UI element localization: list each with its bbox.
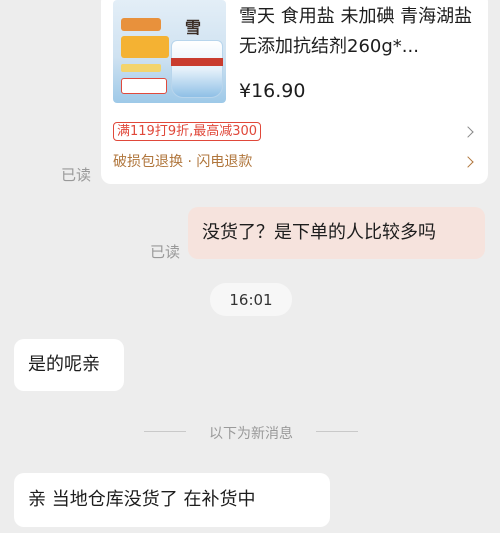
salt-jar-image <box>171 40 223 98</box>
product-thumbnail[interactable]: 雪 <box>113 0 226 103</box>
new-messages-divider: 以下为新消息 <box>209 426 293 442</box>
product-title[interactable]: 雪天 食用盐 未加碘 青海湖盐无添加抗结剂260g*... <box>239 2 475 62</box>
chevron-right-icon <box>462 126 474 138</box>
message-text: 亲 当地仓库没货了 在补货中 <box>28 489 256 510</box>
thumb-tag <box>121 64 161 72</box>
divider-line <box>316 431 358 432</box>
message-bubble-outgoing[interactable]: 没货了？是下单的人比较多吗 <box>188 207 485 259</box>
promo-tag: 满119打9折,最高减300 <box>113 122 262 141</box>
message-text: 没货了？是下单的人比较多吗 <box>202 222 436 243</box>
timestamp: 16:01 <box>210 283 292 316</box>
thumb-tag <box>121 78 167 94</box>
product-price: ¥16.90 <box>239 80 306 102</box>
message-bubble-incoming[interactable]: 是的呢亲 <box>14 339 124 391</box>
service-text: 破损包退换 · 闪电退款 <box>113 154 253 170</box>
chevron-right-icon <box>462 156 474 168</box>
brand-logo: 雪 <box>184 18 201 37</box>
message-bubble-incoming[interactable]: 亲 当地仓库没货了 在补货中 <box>14 473 330 527</box>
thumb-tag <box>121 18 161 31</box>
thumb-tag <box>121 36 169 58</box>
product-card[interactable]: 雪 雪天 食用盐 未加碘 青海湖盐无添加抗结剂260g*... ¥16.90 满… <box>101 0 488 184</box>
salt-jar-label <box>171 58 223 66</box>
service-row[interactable]: 破损包退换 · 闪电退款 <box>113 152 476 172</box>
promo-row[interactable]: 满119打9折,最高减300 <box>113 122 476 142</box>
read-receipt: 已读 <box>150 243 181 261</box>
message-text: 是的呢亲 <box>28 354 100 375</box>
read-receipt: 已读 <box>61 166 92 184</box>
divider-line <box>144 431 186 432</box>
